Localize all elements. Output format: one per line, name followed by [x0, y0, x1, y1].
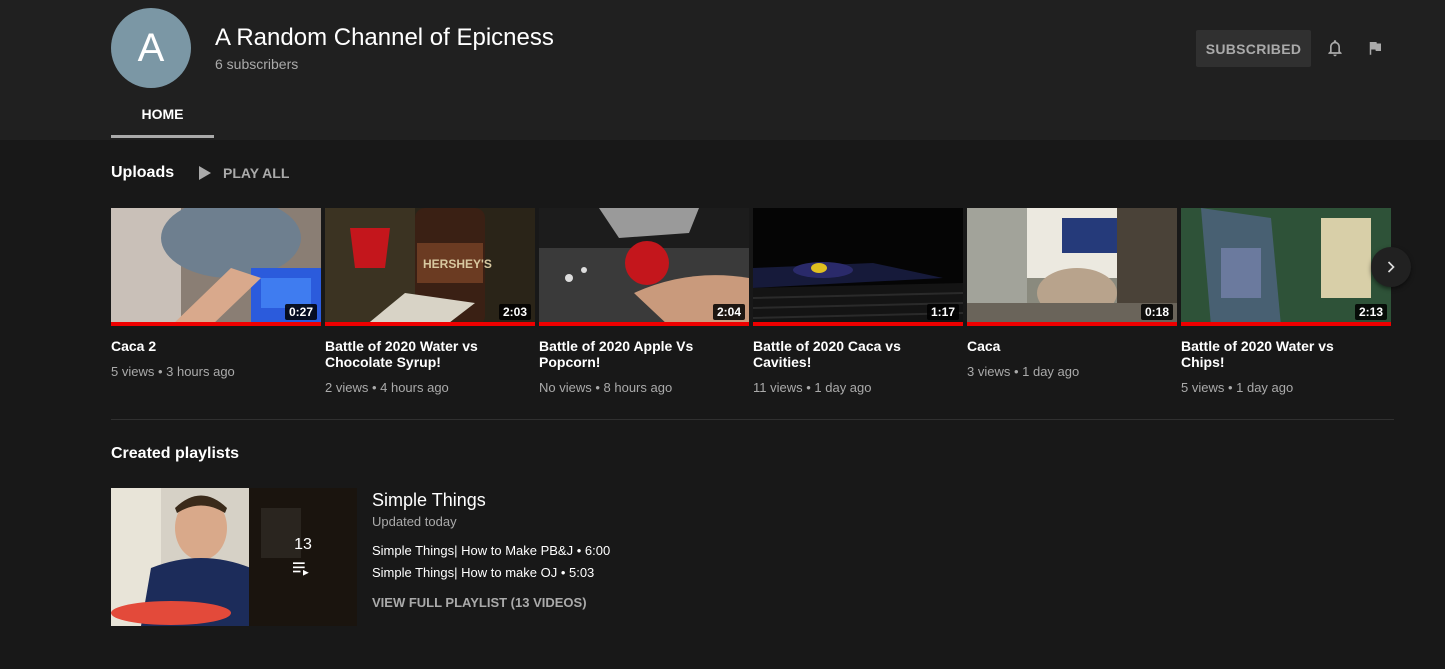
- playlist-overlay: 13: [249, 488, 357, 626]
- video-meta: 3 views • 1 day ago: [967, 364, 1080, 379]
- video-title[interactable]: Battle of 2020 Water vs Chips!: [1181, 338, 1381, 370]
- video-title[interactable]: Battle of 2020 Water vs Chocolate Syrup!: [325, 338, 525, 370]
- video-duration: 2:03: [498, 304, 531, 320]
- video-title[interactable]: Battle of 2020 Apple Vs Popcorn!: [539, 338, 739, 370]
- video-meta: No views • 8 hours ago: [539, 380, 673, 395]
- watched-progress: [753, 322, 963, 326]
- playlist-updated: Updated today: [372, 514, 457, 529]
- subscribed-button[interactable]: SUBSCRIBED: [1196, 30, 1311, 67]
- playlist-video-count: 13: [294, 536, 312, 553]
- video-meta: 5 views • 1 day ago: [1181, 380, 1294, 395]
- play-icon: [199, 166, 211, 180]
- play-all-label: PLAY ALL: [223, 165, 290, 181]
- watched-progress: [967, 322, 1177, 326]
- playlists-section-title[interactable]: Created playlists: [111, 445, 239, 463]
- video-thumbnail[interactable]: 1:17: [753, 208, 963, 326]
- view-full-playlist-link[interactable]: VIEW FULL PLAYLIST (13 VIDEOS): [372, 595, 587, 610]
- flag-icon[interactable]: [1366, 38, 1384, 58]
- video-duration: 2:13: [1354, 304, 1387, 320]
- playlist-thumbnail[interactable]: 13: [111, 488, 357, 626]
- video-thumbnail[interactable]: 2:04: [539, 208, 749, 326]
- watched-progress: [111, 322, 321, 326]
- playlist-entry[interactable]: Simple Things| How to make OJ • 5:03: [372, 565, 594, 580]
- uploads-section-title[interactable]: Uploads: [111, 164, 174, 182]
- video-thumbnail[interactable]: 2:13: [1181, 208, 1391, 326]
- video-title[interactable]: Caca: [967, 338, 1167, 354]
- video-title[interactable]: Caca 2: [111, 338, 311, 354]
- play-all-button[interactable]: PLAY ALL: [199, 165, 289, 181]
- playlist-icon: [293, 562, 309, 576]
- watched-progress: [539, 322, 749, 326]
- channel-avatar[interactable]: A: [111, 8, 191, 88]
- video-meta: 2 views • 4 hours ago: [325, 380, 449, 395]
- video-title[interactable]: Battle of 2020 Caca vs Cavities!: [753, 338, 953, 370]
- video-card[interactable]: 0:18 Caca 3 views • 1 day ago: [967, 208, 1177, 379]
- bell-icon[interactable]: [1325, 37, 1345, 59]
- playlist-entry[interactable]: Simple Things| How to Make PB&J • 6:00: [372, 543, 610, 558]
- video-thumbnail[interactable]: HERSHEY'S 2:03: [325, 208, 535, 326]
- channel-name: A Random Channel of Epicness: [215, 24, 554, 51]
- video-card[interactable]: 2:13 Battle of 2020 Water vs Chips! 5 vi…: [1181, 208, 1391, 395]
- video-meta: 5 views • 3 hours ago: [111, 364, 235, 379]
- video-duration: 2:04: [712, 304, 745, 320]
- video-duration: 0:27: [284, 304, 317, 320]
- next-arrow-button[interactable]: [1371, 247, 1411, 287]
- subscriber-count: 6 subscribers: [215, 56, 299, 72]
- video-thumbnail[interactable]: 0:18: [967, 208, 1177, 326]
- video-card[interactable]: 1:17 Battle of 2020 Caca vs Cavities! 11…: [753, 208, 963, 395]
- channel-header: A A Random Channel of Epicness 6 subscri…: [0, 0, 1445, 140]
- chevron-right-icon: [1387, 261, 1395, 273]
- tab-home[interactable]: HOME: [111, 92, 214, 138]
- section-divider: [111, 419, 1394, 420]
- video-card[interactable]: HERSHEY'S 2:03 Battle of 2020 Water vs C…: [325, 208, 535, 395]
- watched-progress: [1181, 322, 1391, 326]
- video-meta: 11 views • 1 day ago: [753, 380, 872, 395]
- video-duration: 0:18: [1140, 304, 1173, 320]
- svg-text:HERSHEY'S: HERSHEY'S: [423, 257, 492, 271]
- watched-progress: [325, 322, 535, 326]
- video-card[interactable]: 2:04 Battle of 2020 Apple Vs Popcorn! No…: [539, 208, 749, 395]
- video-thumbnail[interactable]: 0:27: [111, 208, 321, 326]
- video-card[interactable]: 0:27 Caca 2 5 views • 3 hours ago: [111, 208, 321, 379]
- video-duration: 1:17: [926, 304, 959, 320]
- playlist-title[interactable]: Simple Things: [372, 490, 486, 511]
